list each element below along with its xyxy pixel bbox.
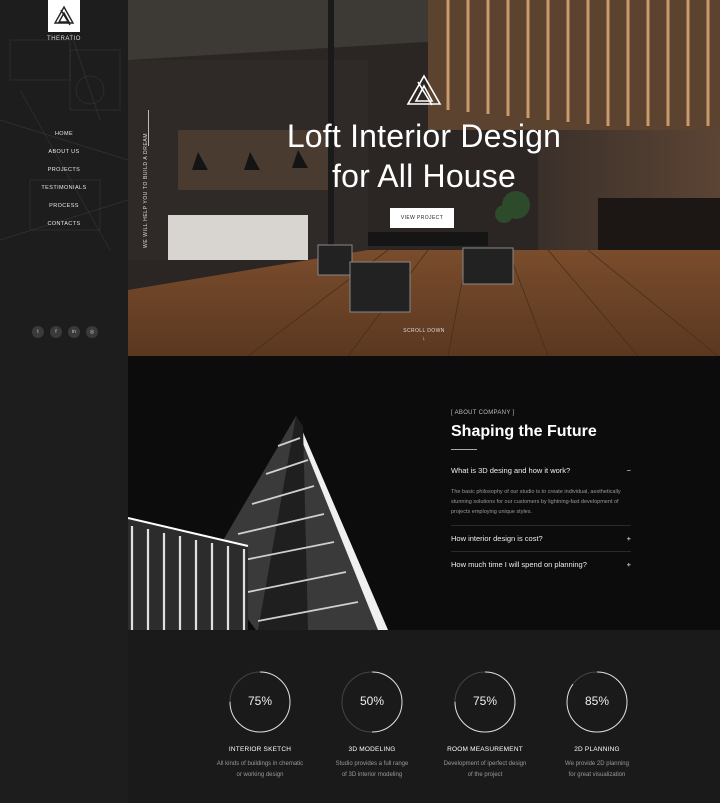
skill-title: INTERIOR SKETCH (228, 746, 292, 753)
faq-question: How interior design is cost? + (451, 534, 631, 543)
faq-question: How much time I will spend on planning? … (451, 560, 631, 569)
nav-about-us[interactable]: ABOUT US (0, 146, 128, 164)
social-links: t f in ◎ (32, 326, 98, 338)
faq-answer: The basic philosophy of our studio is to… (451, 489, 621, 515)
skill-item: 85% 2D PLANNING We provide 2D planning fo… (542, 670, 652, 781)
skills-section: 75% INTERIOR SKETCH All kinds of buildin… (128, 630, 720, 803)
faq-item[interactable]: How interior design is cost? + (451, 526, 631, 552)
faq-question-text: How interior design is cost? (451, 534, 543, 543)
about-title: Shaping the Future (451, 423, 597, 440)
faq-question-text: What is 3D desing and how it work? (451, 466, 571, 475)
hero-title-line2: for All House (331, 158, 517, 194)
vertical-tagline: WE WILL HELP YOU TO BUILD A DREAM (143, 132, 149, 248)
view-project-button[interactable]: VIEW PROJECT (390, 208, 454, 228)
faq-accordion: What is 3D desing and how it work? − The… (451, 464, 631, 577)
scroll-down-label: SCROLL DOWN (403, 328, 445, 334)
scroll-down-link[interactable]: SCROLL DOWN ↓ (128, 328, 720, 342)
twitter-icon[interactable]: t (32, 326, 44, 338)
skill-description: All kinds of buildings in chematic or wor… (216, 761, 304, 778)
nav-projects[interactable]: PROJECTS (0, 164, 128, 182)
skill-item: 75% INTERIOR SKETCH All kinds of buildin… (205, 670, 315, 781)
skill-description: Development of iperfect design of the pro… (443, 761, 527, 778)
skill-percent: 75% (247, 694, 273, 708)
skill-description: We provide 2D planning for great visualiz… (565, 761, 629, 778)
skill-percent: 50% (359, 694, 385, 708)
nav-contacts[interactable]: CONTACTS (0, 218, 128, 236)
hero-title-line1: Loft Interior Design (286, 118, 562, 154)
logo[interactable] (48, 0, 80, 32)
faq-question: What is 3D desing and how it work? − (451, 466, 631, 475)
instagram-icon[interactable]: ◎ (86, 326, 98, 338)
arrow-down-icon: ↓ (422, 336, 426, 342)
sidebar: THERATIO HOME ABOUT US PROJECTS TESTIMON… (0, 0, 128, 803)
hero-section: Loft Interior Design for All House VIEW … (128, 0, 720, 356)
skill-description: Studio provides a full range of 3D interi… (335, 761, 409, 778)
linkedin-icon[interactable]: in (68, 326, 80, 338)
nav-process[interactable]: PROCESS (0, 200, 128, 218)
skill-item: 75% ROOM MEASUREMENT Development of iper… (430, 670, 540, 781)
skill-title: ROOM MEASUREMENT (447, 746, 523, 753)
main-nav: HOME ABOUT US PROJECTS TESTIMONIALS PROC… (0, 128, 128, 236)
facebook-icon[interactable]: f (50, 326, 62, 338)
faq-question-text: How much time I will spend on planning? (451, 560, 587, 569)
plus-icon[interactable]: + (627, 534, 631, 543)
title-underline (451, 449, 477, 450)
about-section: [ ABOUT COMPANY ] Shaping the Future Wha… (128, 356, 720, 630)
skill-title: 2D PLANNING (574, 746, 620, 753)
hero-logo-icon (406, 74, 442, 106)
faq-item[interactable]: What is 3D desing and how it work? − The… (451, 464, 631, 526)
about-tag: [ ABOUT COMPANY ] (451, 410, 515, 416)
logo-icon (53, 5, 75, 26)
building-image (128, 416, 388, 630)
skill-percent: 85% (584, 694, 610, 708)
skill-percent: 75% (472, 694, 498, 708)
nav-testimonials[interactable]: TESTIMONIALS (0, 182, 128, 200)
about-content: [ ABOUT COMPANY ] Shaping the Future Wha… (451, 410, 631, 577)
skill-title: 3D MODELING (348, 746, 396, 753)
hero-title: Loft Interior Design for All House (128, 116, 720, 196)
faq-item[interactable]: How much time I will spend on planning? … (451, 552, 631, 577)
skill-item: 50% 3D MODELING Studio provides a full r… (317, 670, 427, 781)
minus-icon[interactable]: − (627, 466, 631, 475)
plus-icon[interactable]: + (627, 560, 631, 569)
nav-home[interactable]: HOME (0, 128, 128, 146)
brand-name: THERATIO (47, 36, 81, 42)
